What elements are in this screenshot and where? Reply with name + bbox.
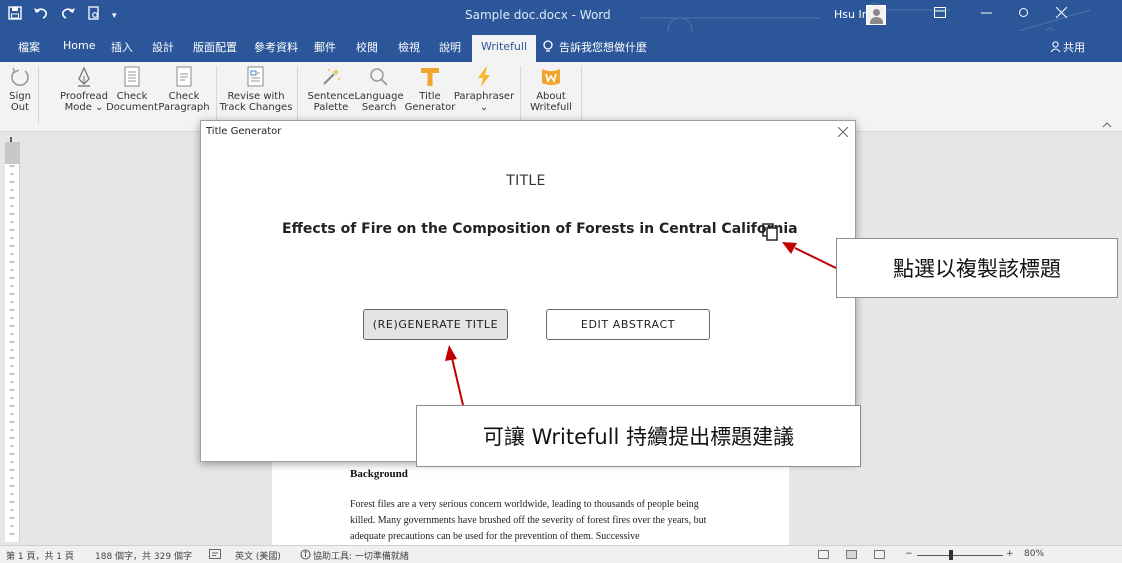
avatar[interactable] bbox=[866, 5, 886, 25]
quick-access-toolbar: ▾ bbox=[8, 6, 117, 26]
edit-abstract-button[interactable]: EDIT ABSTRACT bbox=[546, 309, 710, 340]
read-mode-icon[interactable] bbox=[818, 550, 829, 559]
about-writefull-label: About Writefull bbox=[530, 91, 572, 113]
print-preview-icon[interactable] bbox=[87, 6, 101, 26]
collapse-ribbon-icon[interactable] bbox=[1102, 120, 1112, 131]
lightbulb-icon bbox=[543, 40, 553, 56]
person-icon bbox=[1050, 40, 1061, 56]
save-icon[interactable] bbox=[8, 6, 22, 26]
language-search-label: Language Search bbox=[354, 91, 404, 113]
word-count[interactable]: 188 個字，共 329 個字 bbox=[95, 549, 192, 562]
document-heading: Background bbox=[350, 468, 408, 480]
proofing-icon[interactable] bbox=[209, 549, 221, 562]
accessibility-status[interactable]: 協助工具: 一切準備就緒 bbox=[313, 549, 409, 562]
magic-wand-icon bbox=[320, 66, 342, 88]
sentence-palette-label: Sentence Palette bbox=[307, 91, 355, 113]
minimize-icon[interactable] bbox=[981, 7, 992, 22]
about-writefull-button[interactable]: About Writefull bbox=[528, 62, 574, 126]
document-icon bbox=[121, 66, 143, 88]
document-title: Sample doc.docx - Word bbox=[465, 8, 611, 22]
sign-out-button[interactable]: Sign Out bbox=[6, 62, 34, 126]
ribbon-display-options-icon[interactable] bbox=[934, 7, 946, 22]
ribbon-separator bbox=[216, 66, 217, 124]
generated-title: Effects of Fire on the Composition of Fo… bbox=[282, 221, 798, 237]
dialog-close-icon[interactable] bbox=[837, 122, 849, 141]
status-bar: 第 1 頁，共 1 頁 188 個字，共 329 個字 英文 (美國) 協助工具… bbox=[0, 545, 1122, 563]
paraphraser-label: Paraphraser ⌄ bbox=[453, 91, 515, 113]
tell-me-search[interactable]: 告訴我您想做什麼 bbox=[543, 39, 647, 56]
web-layout-icon[interactable] bbox=[874, 550, 885, 559]
check-document-button[interactable]: Check Document bbox=[106, 62, 158, 126]
tab-references[interactable]: 參考資料 bbox=[254, 39, 298, 55]
zoom-out-button[interactable]: − bbox=[905, 549, 913, 559]
tab-help[interactable]: 說明 bbox=[439, 39, 461, 55]
zoom-slider-track[interactable] bbox=[917, 555, 1003, 556]
title-generator-button[interactable]: Title Generator bbox=[405, 62, 455, 126]
paragraph-icon bbox=[173, 66, 195, 88]
tab-writefull[interactable]: Writefull bbox=[472, 35, 536, 62]
proofread-mode-button[interactable]: Proofread Mode ⌄ bbox=[58, 62, 110, 126]
language-search-button[interactable]: Language Search bbox=[354, 62, 404, 126]
close-icon[interactable] bbox=[1055, 6, 1068, 22]
tab-file[interactable]: 檔案 bbox=[18, 39, 40, 55]
zoom-level[interactable]: 80% bbox=[1024, 549, 1044, 559]
sign-out-icon bbox=[9, 66, 31, 88]
callout-copy-hint: 點選以複製該標題 bbox=[836, 238, 1118, 298]
tab-review[interactable]: 校閱 bbox=[356, 39, 378, 55]
title-generator-label: Title Generator bbox=[404, 91, 456, 113]
writefull-logo-icon bbox=[540, 66, 562, 88]
ribbon-tabs: 檔案 Home 插入 設計 版面配置 參考資料 郵件 校閱 檢視 說明 Writ… bbox=[0, 31, 1122, 62]
tab-design[interactable]: 設計 bbox=[152, 39, 174, 55]
check-paragraph-label: Check Paragraph bbox=[158, 91, 210, 113]
regenerate-title-button[interactable]: (RE)GENERATE TITLE bbox=[363, 309, 508, 340]
restore-icon[interactable] bbox=[1018, 7, 1029, 22]
ruler-ticks bbox=[5, 142, 20, 535]
dialog-heading: TITLE bbox=[506, 173, 546, 189]
tab-layout[interactable]: 版面配置 bbox=[193, 39, 237, 55]
ribbon-separator bbox=[38, 66, 39, 124]
check-document-label: Check Document bbox=[106, 91, 158, 113]
zoom-in-button[interactable]: + bbox=[1006, 549, 1014, 559]
revise-track-changes-label: Revise with Track Changes bbox=[219, 91, 293, 113]
page-info[interactable]: 第 1 頁，共 1 頁 bbox=[6, 549, 74, 562]
pen-nib-icon bbox=[73, 66, 95, 88]
check-paragraph-button[interactable]: Check Paragraph bbox=[158, 62, 210, 126]
copy-icon[interactable] bbox=[762, 223, 778, 241]
title-bar: ▾ Sample doc.docx - Word Hsu Iris bbox=[0, 0, 1122, 61]
accessibility-icon[interactable] bbox=[300, 549, 311, 563]
zoom-slider-thumb[interactable] bbox=[949, 550, 954, 560]
tell-me-label: 告訴我您想做什麼 bbox=[559, 41, 647, 54]
tab-mailings[interactable]: 郵件 bbox=[314, 39, 336, 55]
sign-out-label: Sign Out bbox=[9, 91, 31, 113]
share-label: 共用 bbox=[1063, 41, 1085, 54]
tab-view[interactable]: 檢視 bbox=[398, 39, 420, 55]
search-icon bbox=[368, 66, 390, 88]
print-layout-icon[interactable] bbox=[846, 550, 857, 559]
title-t-icon bbox=[419, 66, 441, 88]
tab-insert[interactable]: 插入 bbox=[111, 39, 133, 55]
track-changes-icon bbox=[245, 66, 267, 88]
proofread-mode-label: Proofread Mode ⌄ bbox=[59, 91, 109, 113]
vertical-ruler[interactable] bbox=[5, 142, 20, 542]
customize-dropdown-icon[interactable]: ▾ bbox=[112, 7, 117, 25]
revise-track-changes-button[interactable]: Revise with Track Changes bbox=[220, 62, 292, 126]
callout-regenerate-hint: 可讓 Writefull 持續提出標題建議 bbox=[416, 405, 861, 467]
share-button[interactable]: 共用 bbox=[1050, 39, 1085, 56]
document-paragraph: Forest files are a very serious concern … bbox=[350, 499, 707, 542]
paraphraser-button[interactable]: Paraphraser ⌄ bbox=[453, 62, 515, 126]
undo-icon[interactable] bbox=[33, 6, 49, 26]
ribbon-separator bbox=[297, 66, 298, 124]
lightning-icon bbox=[473, 66, 495, 88]
dialog-title: Title Generator bbox=[206, 126, 282, 137]
ribbon-separator bbox=[520, 66, 521, 124]
redo-icon[interactable] bbox=[60, 6, 76, 26]
tab-home[interactable]: Home bbox=[63, 39, 95, 52]
sentence-palette-button[interactable]: Sentence Palette bbox=[308, 62, 354, 126]
ribbon-separator bbox=[581, 66, 582, 124]
language-indicator[interactable]: 英文 (美國) bbox=[235, 549, 281, 562]
